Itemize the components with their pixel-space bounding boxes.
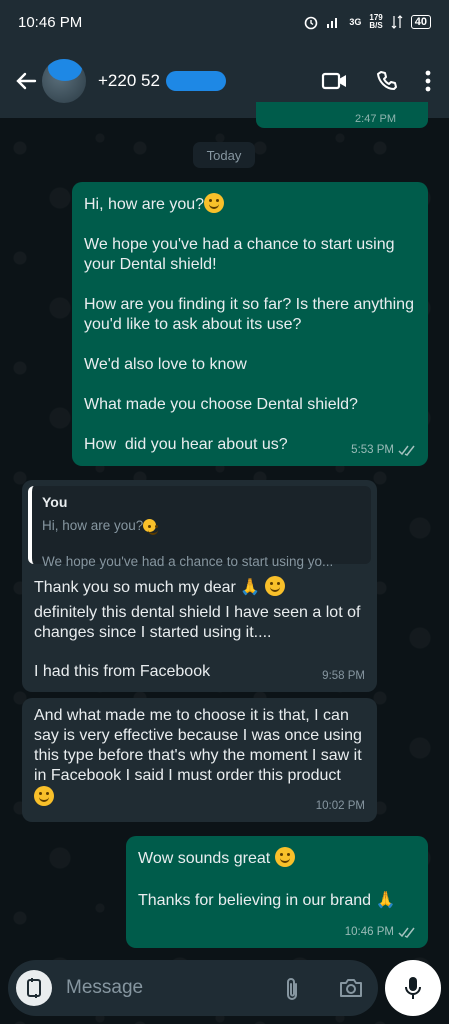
- read-receipt-icon: [398, 445, 415, 456]
- smiling-emoji-icon: [264, 576, 285, 596]
- message-input[interactable]: Message: [66, 977, 143, 999]
- quoted-message[interactable]: You Hi, how are you? We hope you've had …: [28, 486, 371, 569]
- folded-hands-icon: 🙏: [240, 579, 261, 596]
- message-line: I had this from Facebook: [34, 663, 211, 680]
- video-call-icon[interactable]: [321, 71, 349, 91]
- signal-icon: [327, 18, 338, 28]
- more-options-icon[interactable]: [425, 70, 431, 92]
- status-icons: 3G 179 B/S 40: [303, 14, 431, 30]
- message-time: 10:46 PM: [344, 926, 394, 938]
- message-line: How are you finding it so far? Is there …: [84, 296, 419, 333]
- message-body: Thank you so much my dear 🙏 definitely t…: [34, 576, 365, 682]
- avatar[interactable]: [42, 59, 86, 103]
- contact-info[interactable]: +220 52: [98, 71, 226, 91]
- battery-level: 40: [410, 15, 431, 29]
- quote-line: We hope you've had a chance to start usi…: [42, 554, 334, 569]
- back-button[interactable]: [8, 70, 44, 92]
- message-meta: 10:46 PM: [345, 922, 416, 942]
- network-type: 3G: [349, 17, 362, 27]
- smiling-emoji-icon: [34, 786, 54, 806]
- status-time: 10:46 PM: [18, 13, 83, 31]
- camera-icon[interactable]: [338, 976, 364, 1000]
- message-time: 9:58 PM: [322, 670, 365, 682]
- message-bubble-outgoing[interactable]: Wow sounds great Thanks for believing in…: [126, 836, 428, 948]
- quote-line: Hi, how are you?: [42, 516, 361, 536]
- phone-icon[interactable]: [375, 69, 399, 93]
- folded-hands-icon: 🙏: [375, 892, 396, 909]
- message-line: definitely this dental shield I have see…: [34, 604, 365, 641]
- previous-message-time: 2:47 PM: [355, 113, 396, 125]
- message-line: Hi, how are you?: [84, 193, 416, 215]
- message-meta: 5:53 PM: [351, 440, 416, 460]
- message-composer: Message: [8, 960, 378, 1016]
- emoji-sticker-icon: [27, 978, 41, 998]
- microphone-button[interactable]: [385, 960, 441, 1016]
- smiling-emoji-icon: [274, 847, 295, 867]
- message-bubble-incoming[interactable]: You Hi, how are you? We hope you've had …: [22, 480, 377, 692]
- quote-author: You: [42, 494, 68, 510]
- message-line: Thank you so much my dear 🙏: [34, 576, 365, 598]
- message-time: 5:53 PM: [351, 444, 394, 456]
- date-divider: Today: [193, 142, 255, 168]
- message-meta: 10:02 PM: [316, 796, 365, 816]
- message-line: We'd also love to know: [84, 356, 247, 373]
- message-time: 10:02 PM: [315, 800, 365, 812]
- message-line: We hope you've had a chance to start usi…: [84, 236, 399, 273]
- network-speed: 179 B/S: [369, 13, 383, 30]
- message-line: Wow sounds great: [138, 847, 416, 869]
- message-bubble-incoming[interactable]: And what made me to choose it is that, I…: [22, 698, 377, 822]
- smiling-emoji-icon: [143, 519, 159, 535]
- back-arrow-icon: [16, 72, 37, 90]
- data-transfer-icon: [391, 15, 403, 29]
- read-receipt-icon: [398, 927, 415, 938]
- message-line: Thanks for believing in our brand 🙏: [138, 892, 396, 909]
- message-meta: 9:58 PM: [322, 666, 365, 686]
- smiling-emoji-icon: [204, 193, 225, 213]
- microphone-icon: [405, 977, 421, 999]
- redaction-mark: [165, 71, 226, 91]
- emoji-sticker-button[interactable]: [16, 970, 52, 1006]
- message-bubble-outgoing[interactable]: Hi, how are you? We hope you've had a ch…: [72, 182, 428, 466]
- contact-name: +220 52: [98, 71, 160, 90]
- message-line: What made you choose Dental shield?: [84, 396, 358, 413]
- header-actions: [321, 69, 431, 93]
- alarm-icon: [305, 16, 318, 30]
- previous-message-bubble[interactable]: 2:47 PM: [256, 102, 428, 128]
- message-line: And what made me to choose it is that, I…: [34, 706, 365, 808]
- status-bar: 10:46 PM 3G 179 B/S 40: [0, 0, 449, 44]
- attach-icon[interactable]: [284, 976, 300, 1002]
